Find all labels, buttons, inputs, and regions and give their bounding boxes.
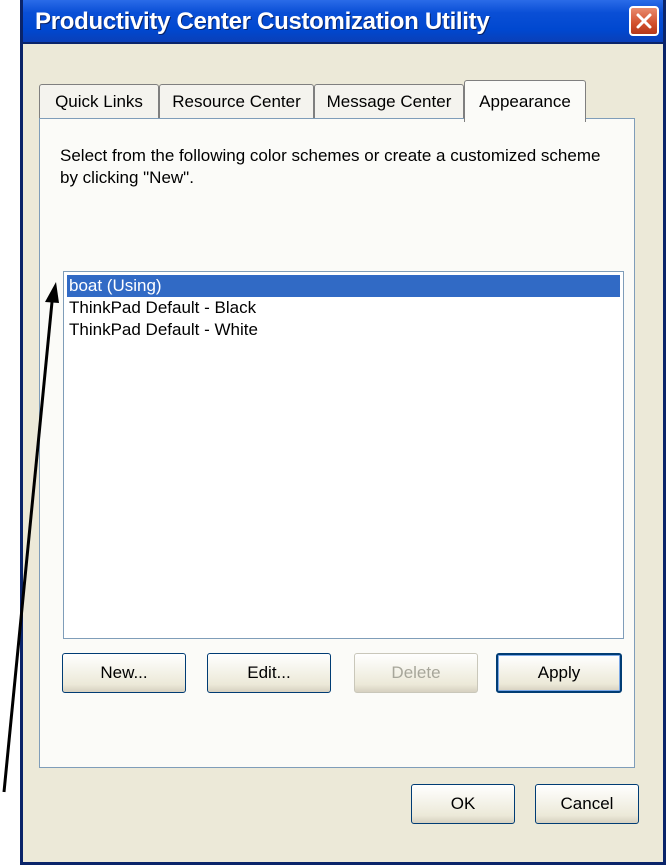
dialog-window: Productivity Center Customization Utilit…: [20, 0, 666, 865]
window-title: Productivity Center Customization Utilit…: [35, 8, 490, 35]
list-item[interactable]: ThinkPad Default - Black: [67, 297, 620, 319]
close-button[interactable]: [629, 6, 659, 36]
list-item[interactable]: ThinkPad Default - White: [67, 319, 620, 341]
list-item[interactable]: boat (Using): [67, 275, 620, 297]
instructions-text: Select from the following color schemes …: [60, 146, 601, 187]
color-scheme-list[interactable]: boat (Using) ThinkPad Default - Black Th…: [63, 271, 624, 639]
close-icon: [636, 13, 652, 29]
tab-appearance[interactable]: Appearance: [464, 80, 586, 122]
title-bar[interactable]: Productivity Center Customization Utilit…: [23, 0, 663, 44]
appearance-panel: Select from the following color schemes …: [39, 118, 635, 768]
edit-button[interactable]: Edit...: [207, 653, 331, 693]
tab-quick-links[interactable]: Quick Links: [39, 84, 159, 118]
new-button[interactable]: New...: [62, 653, 186, 693]
cancel-button[interactable]: Cancel: [535, 784, 639, 824]
ok-button[interactable]: OK: [411, 784, 515, 824]
tab-message-center[interactable]: Message Center: [314, 84, 464, 118]
tab-resource-center[interactable]: Resource Center: [159, 84, 314, 118]
delete-button[interactable]: Delete: [354, 653, 478, 693]
apply-button[interactable]: Apply: [496, 653, 622, 693]
